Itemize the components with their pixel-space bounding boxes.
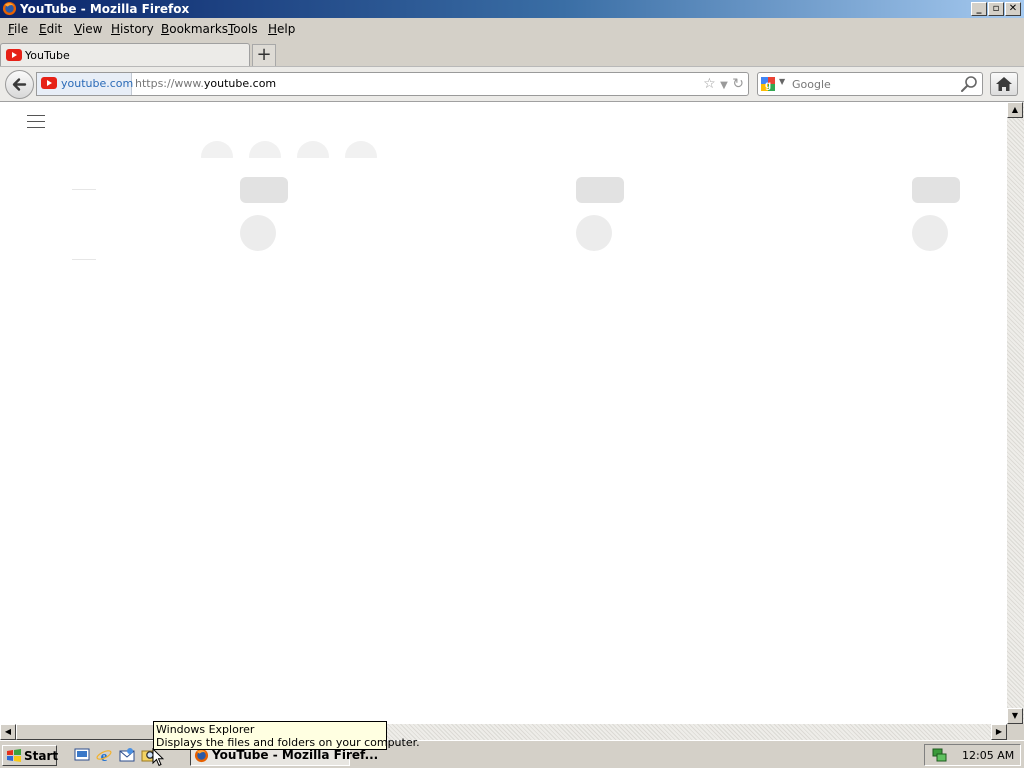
site-identity-box[interactable]: youtube.com	[37, 73, 134, 95]
firefox-icon	[194, 748, 209, 763]
minimize-button[interactable]: _	[971, 2, 987, 16]
tab-label: YouTube	[25, 49, 70, 62]
home-icon	[996, 77, 1012, 91]
menu-bookmarks[interactable]: Bookmarks	[161, 22, 228, 36]
show-desktop-icon[interactable]	[74, 747, 90, 763]
clock[interactable]: 12:05 AM	[962, 749, 1014, 762]
reload-icon[interactable]: ↻	[732, 76, 744, 92]
identity-host: youtube.com	[61, 77, 134, 90]
engine-dropdown-icon[interactable]: ▼	[779, 77, 785, 86]
skeleton-line	[72, 259, 96, 260]
url-bar[interactable]: youtube.com https://www.youtube.com ☆ ▼ …	[36, 72, 749, 96]
window-title-bar: YouTube - Mozilla Firefox _ ▫ ✕	[0, 0, 1024, 18]
menu-file[interactable]: File	[8, 22, 28, 36]
close-button[interactable]: ✕	[1005, 2, 1021, 16]
start-button[interactable]: Start	[2, 745, 59, 766]
tab-youtube[interactable]: YouTube	[0, 43, 250, 66]
vertical-scrollbar[interactable]: ▲ ▼	[1007, 102, 1024, 724]
back-arrow-icon	[12, 78, 27, 91]
search-bar[interactable]: g ▼ Google	[757, 72, 983, 96]
window-title: YouTube - Mozilla Firefox	[20, 2, 190, 16]
home-button[interactable]	[990, 72, 1018, 96]
scroll-up-icon[interactable]: ▲	[1007, 102, 1023, 118]
firefox-icon	[2, 1, 17, 16]
search-placeholder: Google	[792, 78, 831, 91]
guide-menu-icon[interactable]	[27, 115, 45, 133]
scroll-right-icon[interactable]: ▶	[991, 724, 1007, 740]
new-tab-button[interactable]: +	[252, 44, 276, 66]
skeleton-avatar	[240, 215, 276, 251]
start-label: Start	[24, 749, 59, 763]
menu-tools[interactable]: Tools	[228, 22, 258, 36]
google-icon[interactable]: g	[761, 77, 775, 91]
windows-logo-icon	[7, 749, 21, 762]
network-icon[interactable]	[931, 748, 947, 762]
taskbar-item-label: YouTube - Mozilla Firef...	[212, 748, 379, 762]
scroll-left-icon[interactable]: ◀	[0, 724, 16, 740]
skeleton-avatar	[912, 215, 948, 251]
menu-edit[interactable]: Edit	[39, 22, 62, 36]
youtube-favicon-icon	[41, 77, 57, 89]
menu-view[interactable]: View	[74, 22, 102, 36]
internet-explorer-icon[interactable]: e	[96, 747, 112, 763]
url-text[interactable]: https://www.youtube.com	[135, 77, 276, 90]
page-content	[0, 102, 1007, 724]
tooltip: Windows Explorer Displays the files and …	[153, 721, 420, 750]
tab-strip: YouTube +	[0, 40, 1024, 66]
svg-text:g: g	[765, 80, 771, 91]
system-tray: 12:05 AM	[924, 744, 1021, 766]
url-host: youtube.com	[203, 77, 277, 90]
back-button[interactable]	[5, 70, 34, 99]
scroll-down-icon[interactable]: ▼	[1007, 708, 1023, 724]
history-dropdown-icon[interactable]: ▼	[720, 80, 728, 91]
navigation-toolbar: youtube.com https://www.youtube.com ☆ ▼ …	[0, 66, 1024, 102]
search-icon[interactable]	[960, 75, 978, 93]
youtube-favicon-icon	[6, 49, 22, 61]
bookmark-star-icon[interactable]: ☆	[703, 76, 716, 92]
skeleton-avatar	[576, 215, 612, 251]
horizontal-scroll-thumb[interactable]	[16, 724, 164, 740]
tooltip-description: Displays the files and folders on your c…	[156, 736, 420, 749]
skeleton-line	[72, 189, 96, 190]
menu-history[interactable]: History	[111, 22, 154, 36]
restore-button[interactable]: ▫	[988, 2, 1004, 16]
tooltip-title: Windows Explorer	[156, 723, 255, 736]
mouse-cursor-icon	[152, 748, 164, 767]
skeleton-pill	[912, 177, 960, 203]
skeleton-pill	[576, 177, 624, 203]
outlook-express-icon[interactable]	[119, 747, 135, 763]
horizontal-scrollbar[interactable]: ◀ ▶	[0, 724, 1007, 740]
skeleton-pill	[240, 177, 288, 203]
menu-help[interactable]: Help	[268, 22, 295, 36]
url-prefix: https://www.	[135, 77, 204, 90]
menu-bar: File Edit View History Bookmarks Tools H…	[0, 18, 1024, 40]
